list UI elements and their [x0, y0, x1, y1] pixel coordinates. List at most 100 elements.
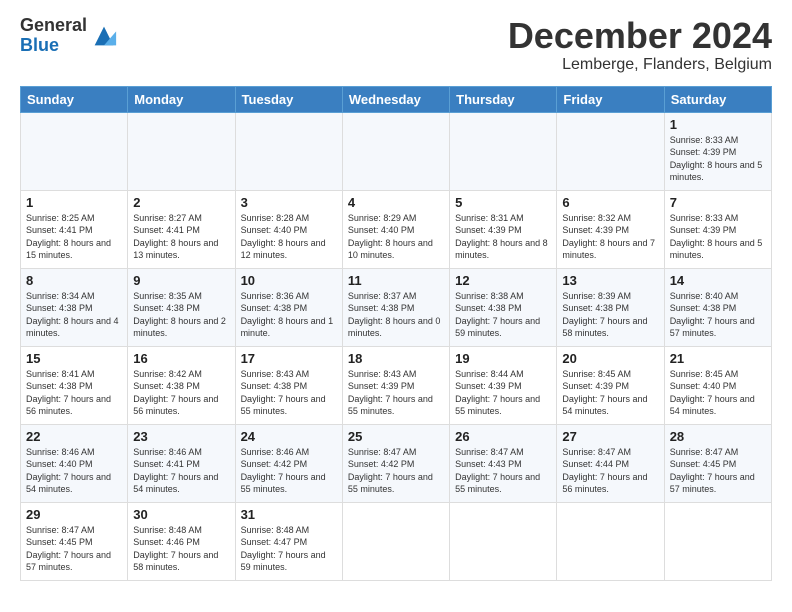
day-info: Sunrise: 8:35 AM Sunset: 4:38 PM Dayligh…: [133, 290, 229, 340]
day-info: Sunrise: 8:46 AM Sunset: 4:42 PM Dayligh…: [241, 446, 337, 496]
table-row: 1 Sunrise: 8:33 AM Sunset: 4:39 PM Dayli…: [664, 112, 771, 190]
day-info: Sunrise: 8:40 AM Sunset: 4:38 PM Dayligh…: [670, 290, 766, 340]
calendar-body: 1 Sunrise: 8:33 AM Sunset: 4:39 PM Dayli…: [21, 112, 772, 580]
table-row: 12 Sunrise: 8:38 AM Sunset: 4:38 PM Dayl…: [450, 268, 557, 346]
table-row: 9 Sunrise: 8:35 AM Sunset: 4:38 PM Dayli…: [128, 268, 235, 346]
day-info: Sunrise: 8:47 AM Sunset: 4:42 PM Dayligh…: [348, 446, 444, 496]
calendar-row: 15 Sunrise: 8:41 AM Sunset: 4:38 PM Dayl…: [21, 346, 772, 424]
table-row: [342, 112, 449, 190]
logo-blue: Blue: [20, 36, 87, 56]
day-number: 2: [133, 195, 229, 210]
main-container: General Blue December 2024 Lemberge, Fla…: [0, 0, 792, 591]
day-info: Sunrise: 8:36 AM Sunset: 4:38 PM Dayligh…: [241, 290, 337, 340]
day-number: 17: [241, 351, 337, 366]
day-number: 10: [241, 273, 337, 288]
logo: General Blue: [20, 16, 118, 56]
col-sunday: Sunday: [21, 86, 128, 112]
day-info: Sunrise: 8:41 AM Sunset: 4:38 PM Dayligh…: [26, 368, 122, 418]
logo-icon: [90, 22, 118, 50]
table-row: [450, 502, 557, 580]
table-row: 25 Sunrise: 8:47 AM Sunset: 4:42 PM Dayl…: [342, 424, 449, 502]
table-row: 20 Sunrise: 8:45 AM Sunset: 4:39 PM Dayl…: [557, 346, 664, 424]
day-info: Sunrise: 8:43 AM Sunset: 4:38 PM Dayligh…: [241, 368, 337, 418]
calendar-row: 1 Sunrise: 8:25 AM Sunset: 4:41 PM Dayli…: [21, 190, 772, 268]
day-number: 7: [670, 195, 766, 210]
day-info: Sunrise: 8:45 AM Sunset: 4:40 PM Dayligh…: [670, 368, 766, 418]
day-number: 31: [241, 507, 337, 522]
day-number: 26: [455, 429, 551, 444]
day-info: Sunrise: 8:34 AM Sunset: 4:38 PM Dayligh…: [26, 290, 122, 340]
table-row: 14 Sunrise: 8:40 AM Sunset: 4:38 PM Dayl…: [664, 268, 771, 346]
table-row: 8 Sunrise: 8:34 AM Sunset: 4:38 PM Dayli…: [21, 268, 128, 346]
day-number: 8: [26, 273, 122, 288]
col-wednesday: Wednesday: [342, 86, 449, 112]
day-info: Sunrise: 8:29 AM Sunset: 4:40 PM Dayligh…: [348, 212, 444, 262]
day-number: 12: [455, 273, 551, 288]
day-info: Sunrise: 8:38 AM Sunset: 4:38 PM Dayligh…: [455, 290, 551, 340]
day-number: 4: [348, 195, 444, 210]
day-number: 21: [670, 351, 766, 366]
calendar-row: 29 Sunrise: 8:47 AM Sunset: 4:45 PM Dayl…: [21, 502, 772, 580]
day-info: Sunrise: 8:39 AM Sunset: 4:38 PM Dayligh…: [562, 290, 658, 340]
col-friday: Friday: [557, 86, 664, 112]
day-number: 25: [348, 429, 444, 444]
table-row: 4 Sunrise: 8:29 AM Sunset: 4:40 PM Dayli…: [342, 190, 449, 268]
logo-text: General Blue: [20, 16, 87, 56]
location-subtitle: Lemberge, Flanders, Belgium: [508, 56, 772, 74]
table-row: 23 Sunrise: 8:46 AM Sunset: 4:41 PM Dayl…: [128, 424, 235, 502]
day-info: Sunrise: 8:27 AM Sunset: 4:41 PM Dayligh…: [133, 212, 229, 262]
table-row: 29 Sunrise: 8:47 AM Sunset: 4:45 PM Dayl…: [21, 502, 128, 580]
table-row: [342, 502, 449, 580]
table-row: 17 Sunrise: 8:43 AM Sunset: 4:38 PM Dayl…: [235, 346, 342, 424]
day-info: Sunrise: 8:37 AM Sunset: 4:38 PM Dayligh…: [348, 290, 444, 340]
day-number: 11: [348, 273, 444, 288]
table-row: [128, 112, 235, 190]
table-row: 2 Sunrise: 8:27 AM Sunset: 4:41 PM Dayli…: [128, 190, 235, 268]
day-number: 1: [670, 117, 766, 132]
month-title: December 2024: [508, 16, 772, 56]
day-number: 9: [133, 273, 229, 288]
day-number: 20: [562, 351, 658, 366]
table-row: 18 Sunrise: 8:43 AM Sunset: 4:39 PM Dayl…: [342, 346, 449, 424]
day-number: 1: [26, 195, 122, 210]
day-info: Sunrise: 8:31 AM Sunset: 4:39 PM Dayligh…: [455, 212, 551, 262]
calendar-row: 1 Sunrise: 8:33 AM Sunset: 4:39 PM Dayli…: [21, 112, 772, 190]
day-info: Sunrise: 8:42 AM Sunset: 4:38 PM Dayligh…: [133, 368, 229, 418]
table-row: [557, 112, 664, 190]
day-info: Sunrise: 8:47 AM Sunset: 4:45 PM Dayligh…: [26, 524, 122, 574]
col-thursday: Thursday: [450, 86, 557, 112]
table-row: 24 Sunrise: 8:46 AM Sunset: 4:42 PM Dayl…: [235, 424, 342, 502]
day-info: Sunrise: 8:44 AM Sunset: 4:39 PM Dayligh…: [455, 368, 551, 418]
day-info: Sunrise: 8:43 AM Sunset: 4:39 PM Dayligh…: [348, 368, 444, 418]
day-number: 27: [562, 429, 658, 444]
day-info: Sunrise: 8:46 AM Sunset: 4:40 PM Dayligh…: [26, 446, 122, 496]
table-row: 31 Sunrise: 8:48 AM Sunset: 4:47 PM Dayl…: [235, 502, 342, 580]
calendar-row: 22 Sunrise: 8:46 AM Sunset: 4:40 PM Dayl…: [21, 424, 772, 502]
table-row: 3 Sunrise: 8:28 AM Sunset: 4:40 PM Dayli…: [235, 190, 342, 268]
day-number: 6: [562, 195, 658, 210]
day-info: Sunrise: 8:46 AM Sunset: 4:41 PM Dayligh…: [133, 446, 229, 496]
day-info: Sunrise: 8:45 AM Sunset: 4:39 PM Dayligh…: [562, 368, 658, 418]
day-info: Sunrise: 8:47 AM Sunset: 4:44 PM Dayligh…: [562, 446, 658, 496]
day-number: 19: [455, 351, 551, 366]
table-row: 22 Sunrise: 8:46 AM Sunset: 4:40 PM Dayl…: [21, 424, 128, 502]
day-number: 5: [455, 195, 551, 210]
table-row: [450, 112, 557, 190]
day-info: Sunrise: 8:48 AM Sunset: 4:46 PM Dayligh…: [133, 524, 229, 574]
table-row: [235, 112, 342, 190]
table-row: [21, 112, 128, 190]
day-number: 13: [562, 273, 658, 288]
table-row: 13 Sunrise: 8:39 AM Sunset: 4:38 PM Dayl…: [557, 268, 664, 346]
day-number: 24: [241, 429, 337, 444]
table-row: 10 Sunrise: 8:36 AM Sunset: 4:38 PM Dayl…: [235, 268, 342, 346]
calendar-table: Sunday Monday Tuesday Wednesday Thursday…: [20, 86, 772, 581]
title-section: December 2024 Lemberge, Flanders, Belgiu…: [508, 16, 772, 74]
table-row: 7 Sunrise: 8:33 AM Sunset: 4:39 PM Dayli…: [664, 190, 771, 268]
day-number: 28: [670, 429, 766, 444]
table-row: 19 Sunrise: 8:44 AM Sunset: 4:39 PM Dayl…: [450, 346, 557, 424]
day-number: 18: [348, 351, 444, 366]
table-row: 27 Sunrise: 8:47 AM Sunset: 4:44 PM Dayl…: [557, 424, 664, 502]
day-info: Sunrise: 8:33 AM Sunset: 4:39 PM Dayligh…: [670, 134, 766, 184]
table-row: 21 Sunrise: 8:45 AM Sunset: 4:40 PM Dayl…: [664, 346, 771, 424]
day-info: Sunrise: 8:47 AM Sunset: 4:43 PM Dayligh…: [455, 446, 551, 496]
